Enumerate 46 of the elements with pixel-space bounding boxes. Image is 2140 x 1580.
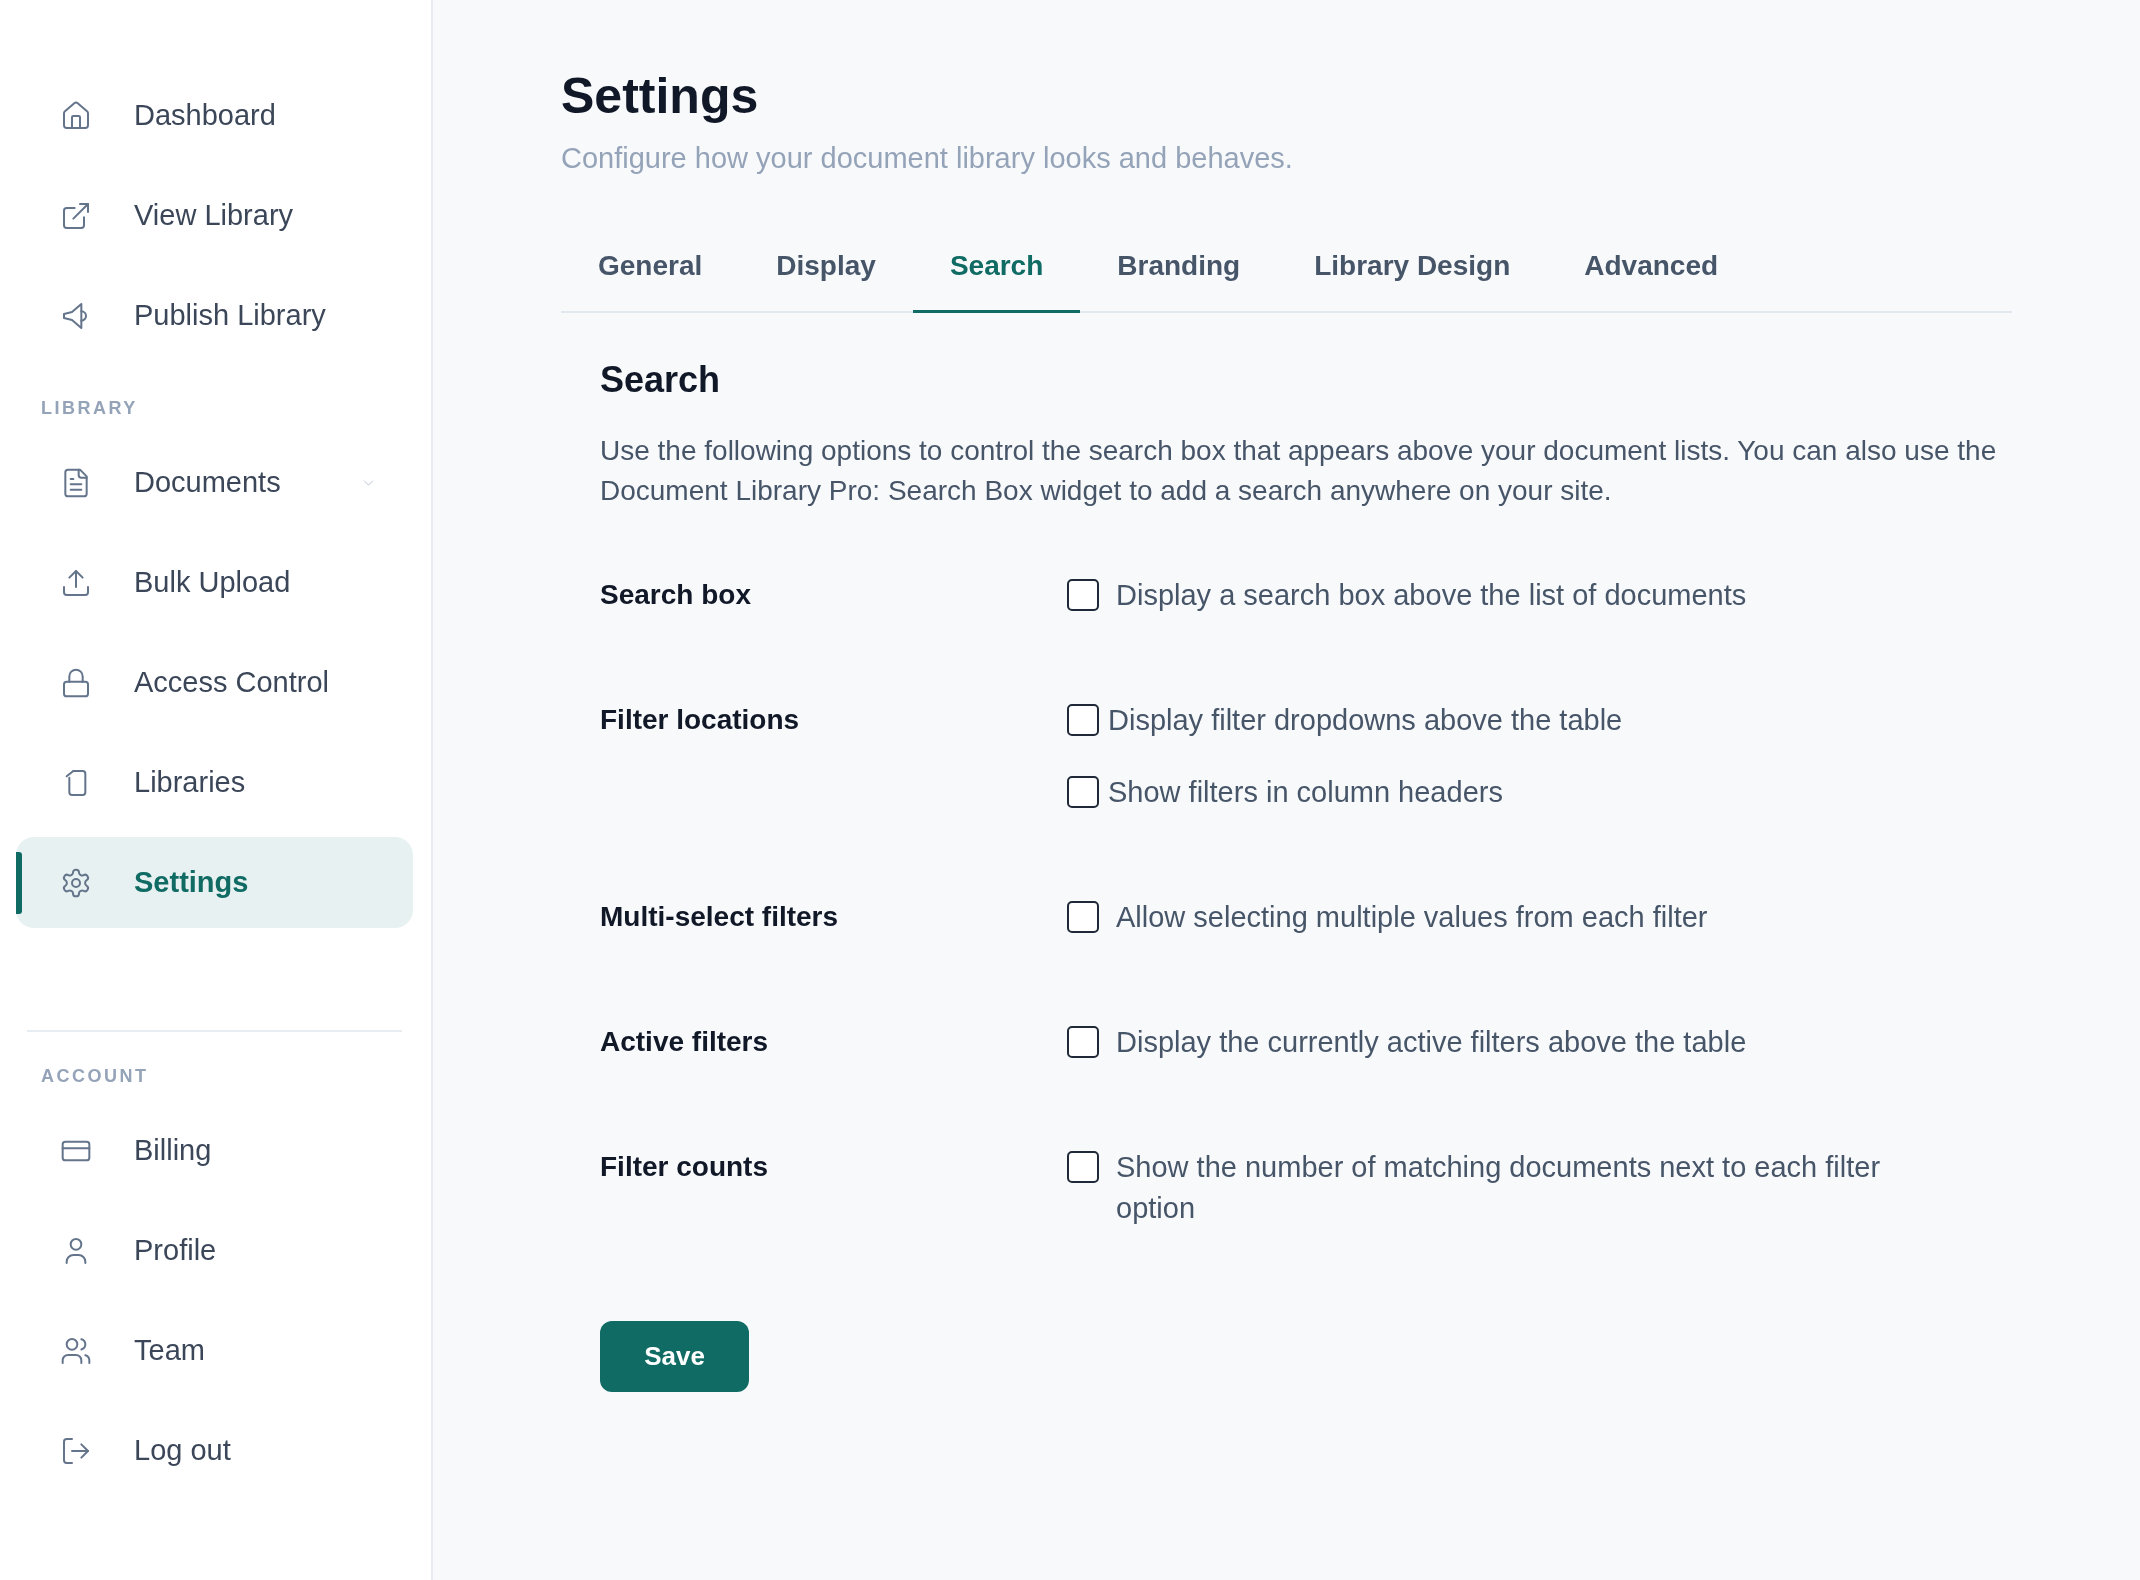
setting-label: Search box <box>600 578 752 612</box>
checkbox[interactable] <box>1067 579 1099 611</box>
setting-label: Active filters <box>600 1025 770 1059</box>
sidebar-item[interactable]: Settings <box>16 837 413 928</box>
save-button[interactable]: Save <box>600 1321 749 1392</box>
tab[interactable]: General <box>561 248 740 313</box>
sidebar-item[interactable]: View Library <box>16 170 413 261</box>
setting-label: Multi-select filters <box>600 900 840 934</box>
checkbox[interactable] <box>1067 704 1099 736</box>
sidebar-item[interactable]: Access Control <box>16 637 413 728</box>
sidebar-item[interactable]: Documents <box>16 437 413 528</box>
sidebar-item[interactable]: Publish Library <box>16 270 413 361</box>
section-title: Search <box>600 358 722 402</box>
section-heading: LIBRARY <box>40 397 139 420</box>
option-label: Show filters in column headers <box>1108 775 1503 810</box>
checkbox[interactable] <box>1067 1026 1099 1058</box>
tab[interactable]: Display <box>739 248 913 313</box>
setting-label: Filter locations <box>600 703 801 737</box>
checkbox[interactable] <box>1067 1151 1099 1183</box>
tab[interactable]: Library Design <box>1277 248 1548 313</box>
tab[interactable]: Search <box>912 248 1081 313</box>
section-description: Use the following options to control the search box that appears above your document lists. You can also use the Document Library Pro: Search Box widget to add a search anywhere on your site. <box>600 434 1998 508</box>
page-subtitle: Configure how your document library looks and behaves. <box>561 141 1294 176</box>
option-label: Display the currently active filters above the table <box>1116 1025 1747 1060</box>
settings-icon <box>60 866 92 899</box>
option-label: Allow selecting multiple values from each filter <box>1116 900 1708 935</box>
setting-label: Filter counts <box>600 1150 769 1184</box>
sidebar-item[interactable]: Bulk Upload <box>16 537 413 628</box>
option-label: Show the number of matching documents next to each filter option <box>1116 1150 1882 1226</box>
selection-bar <box>16 852 22 914</box>
lock-icon <box>60 666 92 699</box>
sidebar-item[interactable]: Log out <box>16 1405 413 1496</box>
page-title: Settings <box>561 67 760 126</box>
section-heading: ACCOUNT <box>40 1065 150 1088</box>
house-icon <box>60 99 92 132</box>
sidebar-item[interactable]: Team <box>16 1305 413 1396</box>
sidebar-item[interactable]: Dashboard <box>16 70 413 161</box>
tab[interactable]: Branding <box>1080 248 1278 313</box>
checkbox[interactable] <box>1067 901 1099 933</box>
option-label: Display a search box above the list of documents <box>1116 578 1747 613</box>
option-label: Display filter dropdowns above the table <box>1108 703 1623 738</box>
tab[interactable]: Advanced <box>1547 248 1756 313</box>
sidebar-item[interactable]: Profile <box>16 1205 413 1296</box>
checkbox[interactable] <box>1067 776 1099 808</box>
sidebar-item[interactable]: Libraries <box>16 737 413 828</box>
sidebar-item[interactable]: Billing <box>16 1105 413 1196</box>
